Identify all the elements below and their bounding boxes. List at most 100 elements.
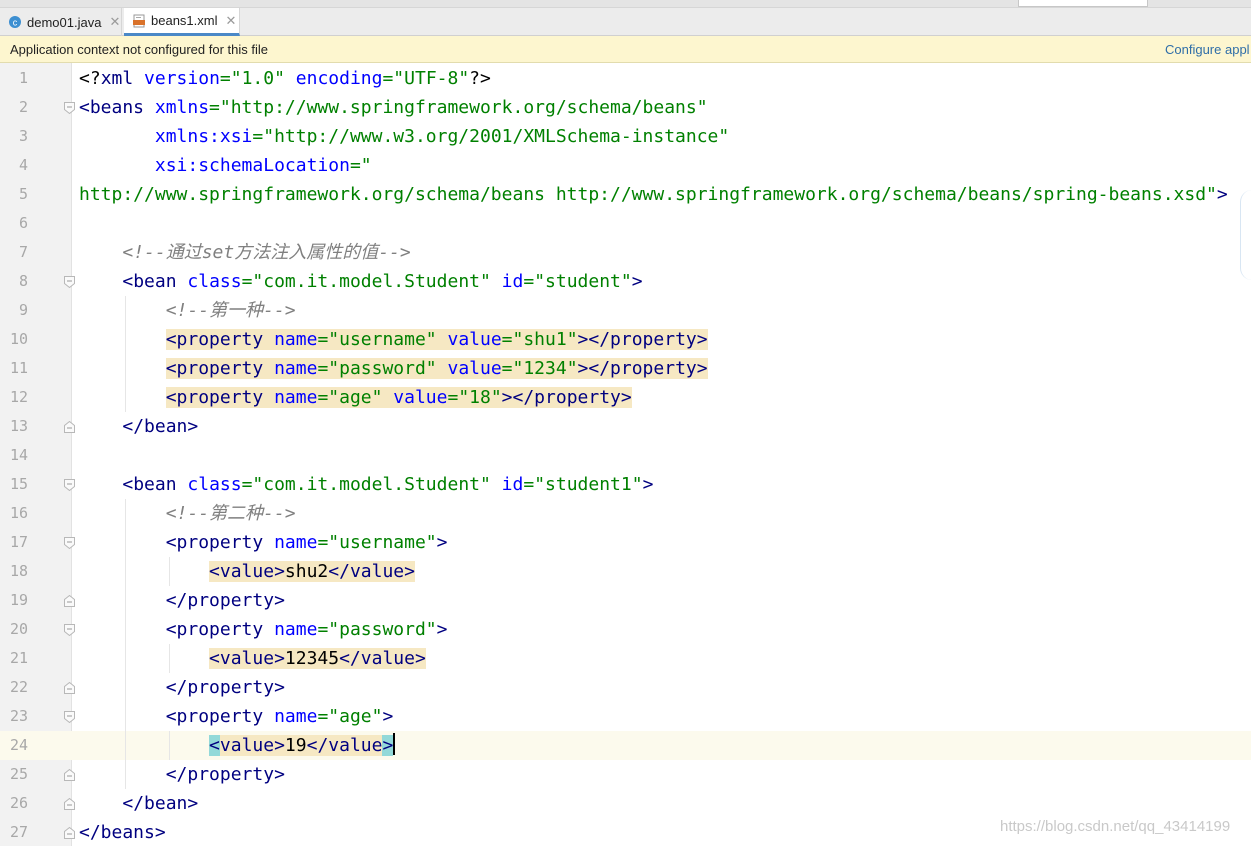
code-token: </bean> — [122, 416, 199, 437]
code-line[interactable]: 19 </property> — [0, 586, 1251, 615]
code-text: </property> — [79, 760, 285, 789]
code-text: <beans xmlns="http://www.springframework… — [79, 93, 708, 122]
code-token: ="com.it.model.Student" — [241, 474, 502, 495]
tab-demo01-java[interactable]: c demo01.java ✕ — [0, 8, 122, 36]
code-line[interactable]: 25 </property> — [0, 760, 1251, 789]
line-number: 24 — [9, 736, 28, 754]
fold-close-icon[interactable] — [64, 827, 75, 839]
code-line[interactable]: 23 <property name="age"> — [0, 702, 1251, 731]
fold-open-icon[interactable] — [64, 624, 75, 636]
line-number: 1 — [18, 69, 28, 87]
configure-link[interactable]: Configure appl — [1165, 42, 1250, 57]
code-text: <!--通过set方法注入属性的值--> — [79, 238, 411, 267]
code-token: ="student" — [523, 271, 632, 292]
code-line[interactable]: 1 <?xml version="1.0" encoding="UTF-8"?> — [0, 64, 1251, 93]
code-line[interactable]: 17 <property name="username"> — [0, 528, 1251, 557]
code-token: 12345 — [284, 648, 340, 669]
code-token: class — [187, 474, 242, 495]
code-token: <!--第二种--> — [165, 503, 296, 524]
code-token: </beans> — [79, 822, 166, 843]
fold-close-icon[interactable] — [64, 682, 75, 694]
indent-guide — [169, 644, 170, 673]
code-token: ></property> — [577, 358, 708, 379]
code-text: xsi:schemaLocation=" — [79, 151, 372, 180]
code-text: </bean> — [79, 789, 198, 818]
code-token: > — [436, 619, 448, 640]
line-number: 2 — [18, 98, 28, 116]
code-line[interactable]: 18 <value>shu2</value> — [0, 557, 1251, 586]
code-line[interactable]: 10 <property name="username" value="shu1… — [0, 325, 1251, 354]
code-line[interactable]: 26 </bean> — [0, 789, 1251, 818]
code-token: ="age" — [317, 387, 394, 408]
code-line[interactable]: 14 — [0, 441, 1251, 470]
code-text: <!--第一种--> — [79, 296, 296, 325]
fold-close-icon[interactable] — [64, 421, 75, 433]
fold-open-icon[interactable] — [64, 537, 75, 549]
code-line[interactable]: 9 <!--第一种--> — [0, 296, 1251, 325]
code-line[interactable]: 20 <property name="password"> — [0, 615, 1251, 644]
code-line[interactable]: 21 <value>12345</value> — [0, 644, 1251, 673]
close-icon[interactable]: ✕ — [225, 13, 236, 29]
close-icon[interactable]: ✕ — [109, 14, 120, 30]
code-line[interactable]: 2 <beans xmlns="http://www.springframewor… — [0, 93, 1251, 122]
tab-beans1-xml[interactable]: beans1.xml ✕ — [124, 8, 240, 36]
code-line[interactable]: 8 <bean class="com.it.model.Student" id=… — [0, 267, 1251, 296]
line-number: 6 — [18, 214, 28, 232]
search-field[interactable] — [1018, 0, 1148, 7]
line-number: 22 — [9, 678, 28, 696]
tab-label: demo01.java — [27, 14, 102, 30]
line-number: 14 — [9, 446, 28, 464]
line-number: 5 — [18, 185, 28, 203]
code-token: ="18" — [447, 387, 502, 408]
code-line[interactable]: 22 </property> — [0, 673, 1251, 702]
text-cursor — [393, 733, 396, 755]
fold-close-icon[interactable] — [64, 595, 75, 607]
code-token: class — [187, 271, 242, 292]
code-token: <value> — [209, 561, 285, 582]
tab-label: beans1.xml — [151, 13, 218, 28]
code-line[interactable]: 3 xmlns:xsi="http://www.w3.org/2001/XMLS… — [0, 122, 1251, 151]
code-token: value — [393, 387, 448, 408]
code-token: <!--通过set方法注入属性的值--> — [122, 242, 411, 263]
code-line[interactable]: 4 xsi:schemaLocation=" — [0, 151, 1251, 180]
fold-close-icon[interactable] — [64, 769, 75, 781]
code-line[interactable]: 13 </bean> — [0, 412, 1251, 441]
code-text: xmlns:xsi="http://www.w3.org/2001/XMLSch… — [79, 122, 729, 151]
code-line[interactable]: 6 — [0, 209, 1251, 238]
line-number: 18 — [9, 562, 28, 580]
code-text: <property name="username" value="shu1"><… — [79, 325, 708, 354]
code-token: name — [274, 329, 318, 350]
code-line[interactable]: 16 <!--第二种--> — [0, 499, 1251, 528]
code-line[interactable]: 11 <property name="password" value="1234… — [0, 354, 1251, 383]
code-token: value> — [219, 735, 285, 756]
fold-close-icon[interactable] — [64, 798, 75, 810]
fold-open-icon[interactable] — [64, 102, 75, 114]
line-number: 4 — [18, 156, 28, 174]
code-text: <?xml version="1.0" encoding="UTF-8"?> — [79, 64, 491, 93]
code-token: ="password" — [317, 358, 448, 379]
line-number: 25 — [9, 765, 28, 783]
code-token: id — [501, 474, 524, 495]
fold-open-icon[interactable] — [64, 711, 75, 723]
code-token: <property — [165, 532, 275, 553]
code-token: <property — [165, 329, 275, 350]
code-token: ></property> — [577, 329, 708, 350]
code-line[interactable]: 24 <value>19</value> — [0, 731, 1251, 760]
fold-open-icon[interactable] — [64, 276, 75, 288]
code-line[interactable]: 7 <!--通过set方法注入属性的值--> — [0, 238, 1251, 267]
code-line[interactable]: 5 http://www.springframework.org/schema/b… — [0, 180, 1251, 209]
line-number: 15 — [9, 475, 28, 493]
line-number: 9 — [18, 301, 28, 319]
code-token: </property> — [165, 764, 285, 785]
code-token: =" — [349, 155, 372, 176]
code-token: ="shu1" — [501, 329, 578, 350]
code-token: ="student1" — [523, 474, 643, 495]
fold-open-icon[interactable] — [64, 479, 75, 491]
code-line[interactable]: 15 <bean class="com.it.model.Student" id… — [0, 470, 1251, 499]
line-number: 16 — [9, 504, 28, 522]
code-line[interactable]: 12 <property name="age" value="18"></pro… — [0, 383, 1251, 412]
